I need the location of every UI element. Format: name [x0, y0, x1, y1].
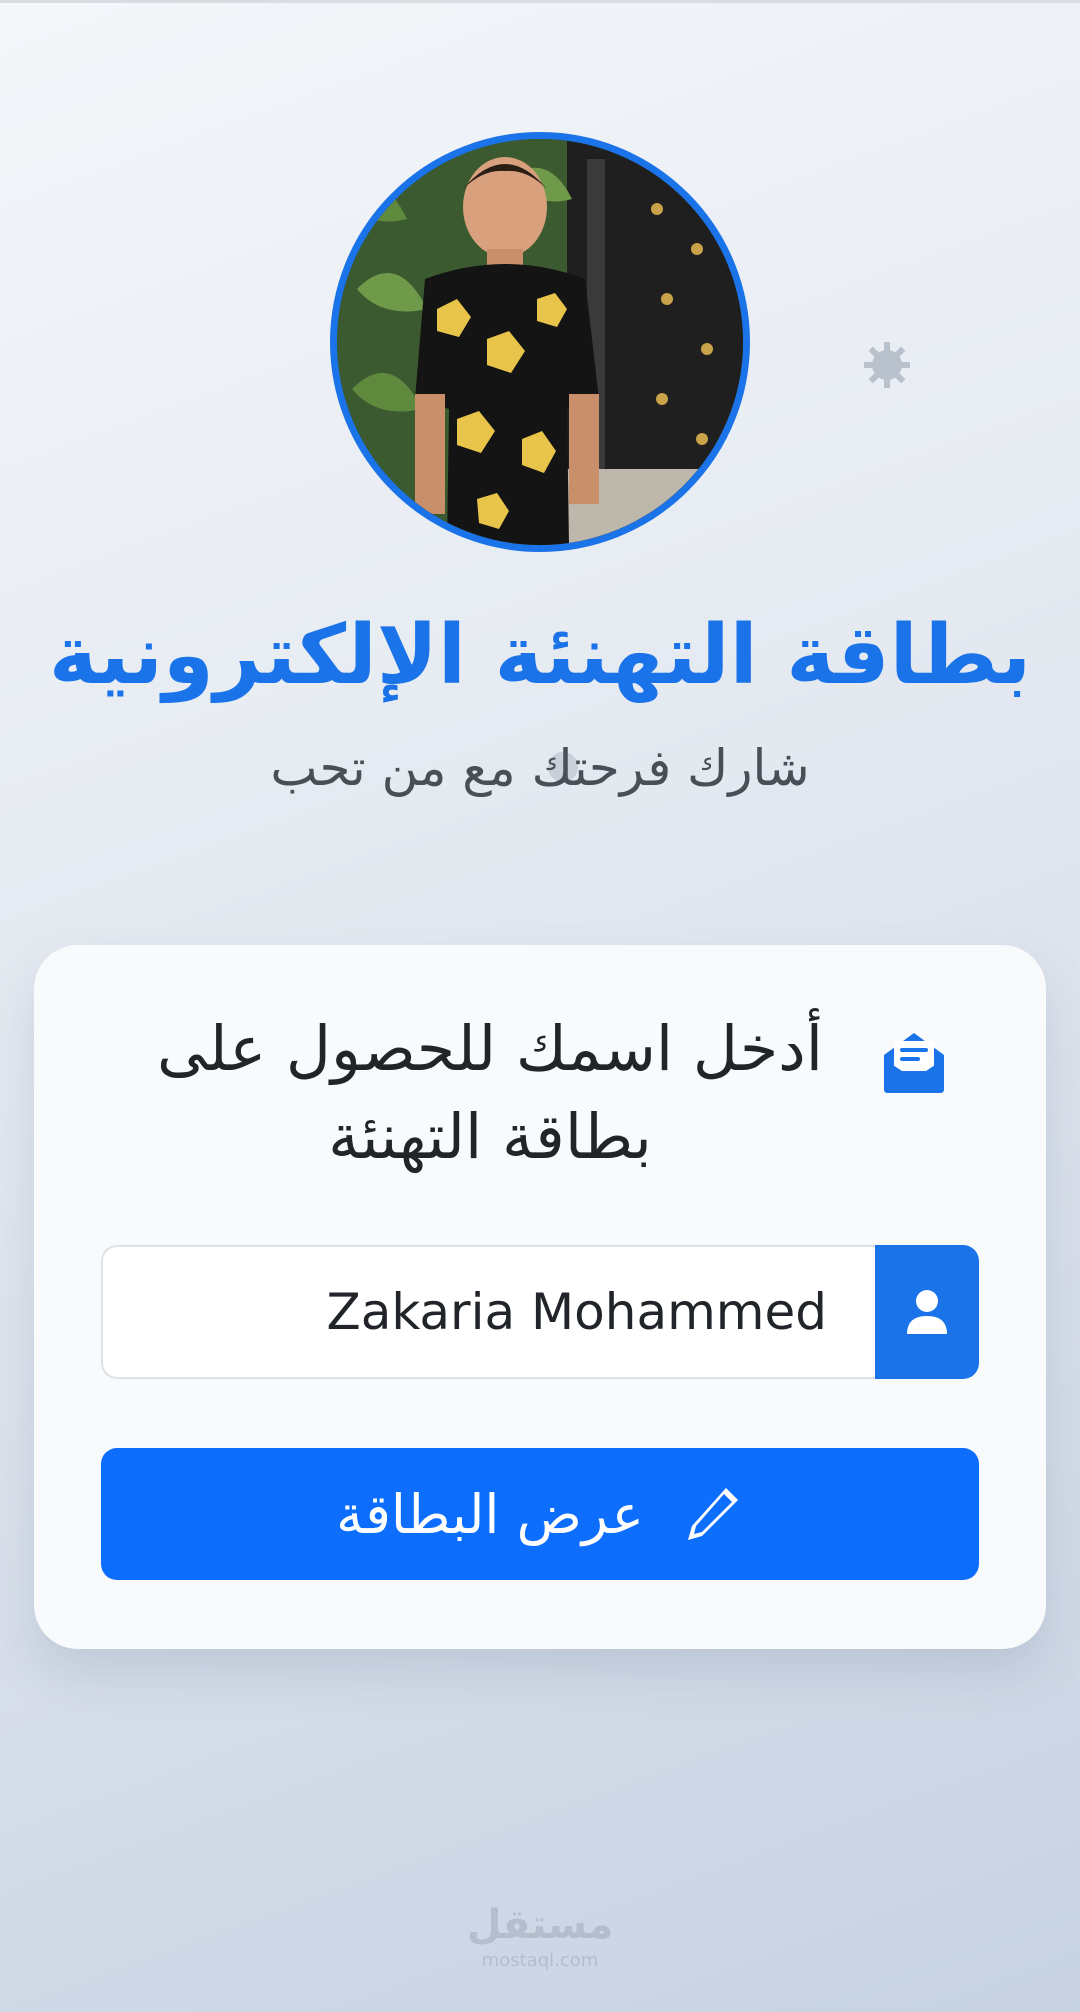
envelope-open-icon: [884, 1033, 944, 1093]
watermark-logo: مستقل: [466, 1902, 614, 1948]
show-card-button[interactable]: عرض البطاقة: [101, 1448, 979, 1580]
name-input-group: [101, 1245, 979, 1379]
show-card-button-label: عرض البطاقة: [336, 1482, 644, 1546]
gear-decoration-icon: [864, 342, 910, 388]
user-icon: [907, 1290, 947, 1334]
user-icon-addon: [875, 1245, 979, 1379]
greeting-form-card: أدخل اسمك للحصول على بطاقة التهنئة عرض ا…: [34, 945, 1046, 1649]
watermark: مستقل mostaql.com: [0, 1900, 1080, 1972]
card-heading: أدخل اسمك للحصول على بطاقة التهنئة: [94, 1005, 986, 1181]
pencil-icon: [687, 1488, 738, 1540]
name-input[interactable]: [101, 1245, 875, 1379]
avatar-photo: [337, 139, 743, 545]
page-title: بطاقة التهنئة الإلكترونية: [48, 608, 1032, 703]
page-subtitle: شارك فرحتك مع من تحب: [270, 739, 810, 797]
card-heading-text: أدخل اسمك للحصول على بطاقة التهنئة: [157, 1012, 823, 1173]
top-divider: [0, 0, 1080, 3]
watermark-url: mostaql.com: [481, 1950, 599, 1971]
avatar: [330, 132, 750, 552]
